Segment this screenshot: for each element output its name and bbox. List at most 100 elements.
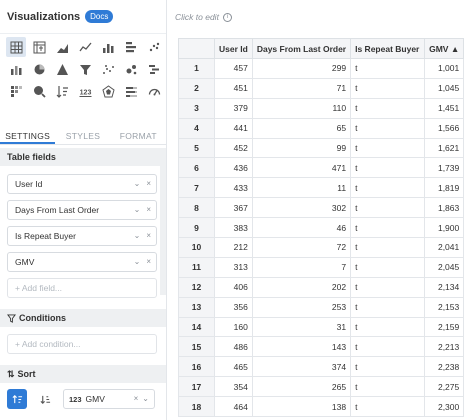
chevron-down-icon[interactable]: ⌄: [134, 179, 141, 188]
table-cell: 2,153: [424, 296, 465, 318]
table-cell: t: [350, 237, 426, 258]
field-label: GMV: [15, 257, 35, 267]
sort-row: 123 GMV × ⌄: [0, 386, 166, 414]
scatter-icon[interactable]: [144, 37, 164, 57]
gauge-icon[interactable]: [144, 81, 164, 101]
column-header-gmv[interactable]: GMV ▲: [424, 38, 465, 59]
table-cell: t: [350, 177, 426, 199]
table-cell: 441: [214, 117, 253, 139]
horizontal-bar-chart-icon[interactable]: [121, 37, 141, 57]
table-cell: 313: [214, 256, 253, 278]
sort-field-label: GMV: [85, 394, 105, 404]
table-cell: 436: [214, 157, 253, 179]
table-row: 15 486 143 t 2,213: [178, 336, 465, 358]
sort-field-select[interactable]: 123 GMV × ⌄: [63, 389, 155, 409]
field-days-from-last-order[interactable]: Days From Last Order ⌄ ×: [7, 200, 157, 220]
visualization-panel: Visualizations Docs 123 SETTINGS STYLES …: [0, 0, 167, 420]
cohort-icon[interactable]: [6, 81, 26, 101]
sort-ascending-button[interactable]: [7, 389, 27, 409]
radar-icon[interactable]: [98, 81, 118, 101]
field-label: User Id: [15, 179, 43, 189]
chevron-down-icon[interactable]: ⌄: [134, 205, 141, 214]
add-condition-input[interactable]: + Add condition...: [7, 334, 157, 354]
column-header-days-from-last-order[interactable]: Days From Last Order: [251, 38, 352, 59]
table-cell: 406: [214, 276, 253, 298]
info-icon[interactable]: i: [222, 12, 232, 22]
progress-bars-icon[interactable]: [121, 81, 141, 101]
table-cell: 354: [214, 376, 253, 398]
table-row: 18 464 138 t 2,300: [178, 396, 465, 418]
sort-descending-icon: [40, 395, 50, 404]
table-cell: 367: [214, 197, 253, 219]
docs-link[interactable]: Docs: [85, 10, 114, 23]
remove-icon[interactable]: ×: [146, 179, 151, 188]
dot-plot-icon[interactable]: [98, 59, 118, 79]
field-user-id[interactable]: User Id ⌄ ×: [7, 174, 157, 194]
remove-icon[interactable]: ×: [146, 205, 151, 214]
sort-descending-button[interactable]: [35, 389, 55, 409]
chevron-down-icon[interactable]: ⌄: [134, 231, 141, 240]
table-cell: 2,134: [424, 276, 465, 298]
bubble-icon[interactable]: [121, 59, 141, 79]
pyramid-icon[interactable]: [52, 59, 72, 79]
table-cell: t: [350, 58, 426, 79]
sort-heading[interactable]: ⇅ Sort: [0, 365, 166, 383]
pie-chart-icon[interactable]: [29, 59, 49, 79]
chevron-down-icon[interactable]: ⌄: [134, 257, 141, 266]
pivot-table-icon[interactable]: [29, 37, 49, 57]
table-cell: t: [350, 336, 426, 358]
table-cell: 1,451: [424, 97, 465, 119]
column-header-user-id[interactable]: User Id: [214, 38, 253, 59]
row-number: 15: [178, 336, 215, 358]
table-cell: t: [350, 276, 426, 298]
row-number: 18: [178, 396, 215, 418]
table-cell: 31: [251, 316, 352, 338]
conditions-heading[interactable]: Conditions: [0, 309, 166, 327]
row-number: 11: [178, 256, 215, 278]
tab-format[interactable]: FORMAT: [111, 129, 166, 144]
timeline-icon[interactable]: [144, 59, 164, 79]
remove-icon[interactable]: ×: [146, 231, 151, 240]
table-row: 10 212 72 t 2,041: [178, 237, 465, 258]
table-cell: 2,041: [424, 237, 465, 258]
table-cell: 71: [251, 77, 352, 99]
line-chart-icon[interactable]: [75, 37, 95, 57]
table-row: 7 433 11 t 1,819: [178, 177, 465, 199]
field-gmv[interactable]: GMV ⌄ ×: [7, 252, 157, 272]
chevron-down-icon[interactable]: ⌄: [142, 394, 149, 403]
table-row: 14 160 31 t 2,159: [178, 316, 465, 338]
row-number: 10: [178, 237, 215, 258]
table-cell: 99: [251, 137, 352, 159]
column-header-is-repeat-buyer[interactable]: Is Repeat Buyer: [350, 38, 426, 59]
number-icon[interactable]: 123: [75, 81, 95, 101]
table-cell: 2,213: [424, 336, 465, 358]
area-chart-icon[interactable]: [52, 37, 72, 57]
field-is-repeat-buyer[interactable]: Is Repeat Buyer ⌄ ×: [7, 226, 157, 246]
filter-icon: [7, 313, 16, 323]
table-cell: 379: [214, 97, 253, 119]
remove-icon[interactable]: ×: [134, 394, 139, 403]
map-search-icon[interactable]: [29, 81, 49, 101]
table-icon[interactable]: [6, 37, 26, 57]
tab-settings[interactable]: SETTINGS: [0, 129, 56, 144]
results-table: User Id Days From Last Order Is Repeat B…: [178, 38, 465, 418]
table-cell: t: [350, 137, 426, 159]
table-cell: 265: [251, 376, 352, 398]
stacked-bar-icon[interactable]: [6, 59, 26, 79]
table-cell: 299: [251, 58, 352, 79]
sort-list-icon[interactable]: [52, 81, 72, 101]
table-cell: 2,275: [424, 376, 465, 398]
table-cell: 471: [251, 157, 352, 179]
click-to-edit-hint[interactable]: Click to edit i: [175, 12, 232, 22]
table-cell: 138: [251, 396, 352, 418]
tab-styles[interactable]: STYLES: [55, 129, 110, 144]
row-number: 1: [178, 58, 215, 79]
scrollbar[interactable]: [160, 165, 166, 295]
bar-chart-icon[interactable]: [98, 37, 118, 57]
funnel-icon[interactable]: [75, 59, 95, 79]
table-cell: 72: [251, 237, 352, 258]
table-cell: 356: [214, 296, 253, 318]
add-field-input[interactable]: + Add field...: [7, 278, 157, 298]
remove-icon[interactable]: ×: [146, 257, 151, 266]
row-number: 13: [178, 296, 215, 318]
